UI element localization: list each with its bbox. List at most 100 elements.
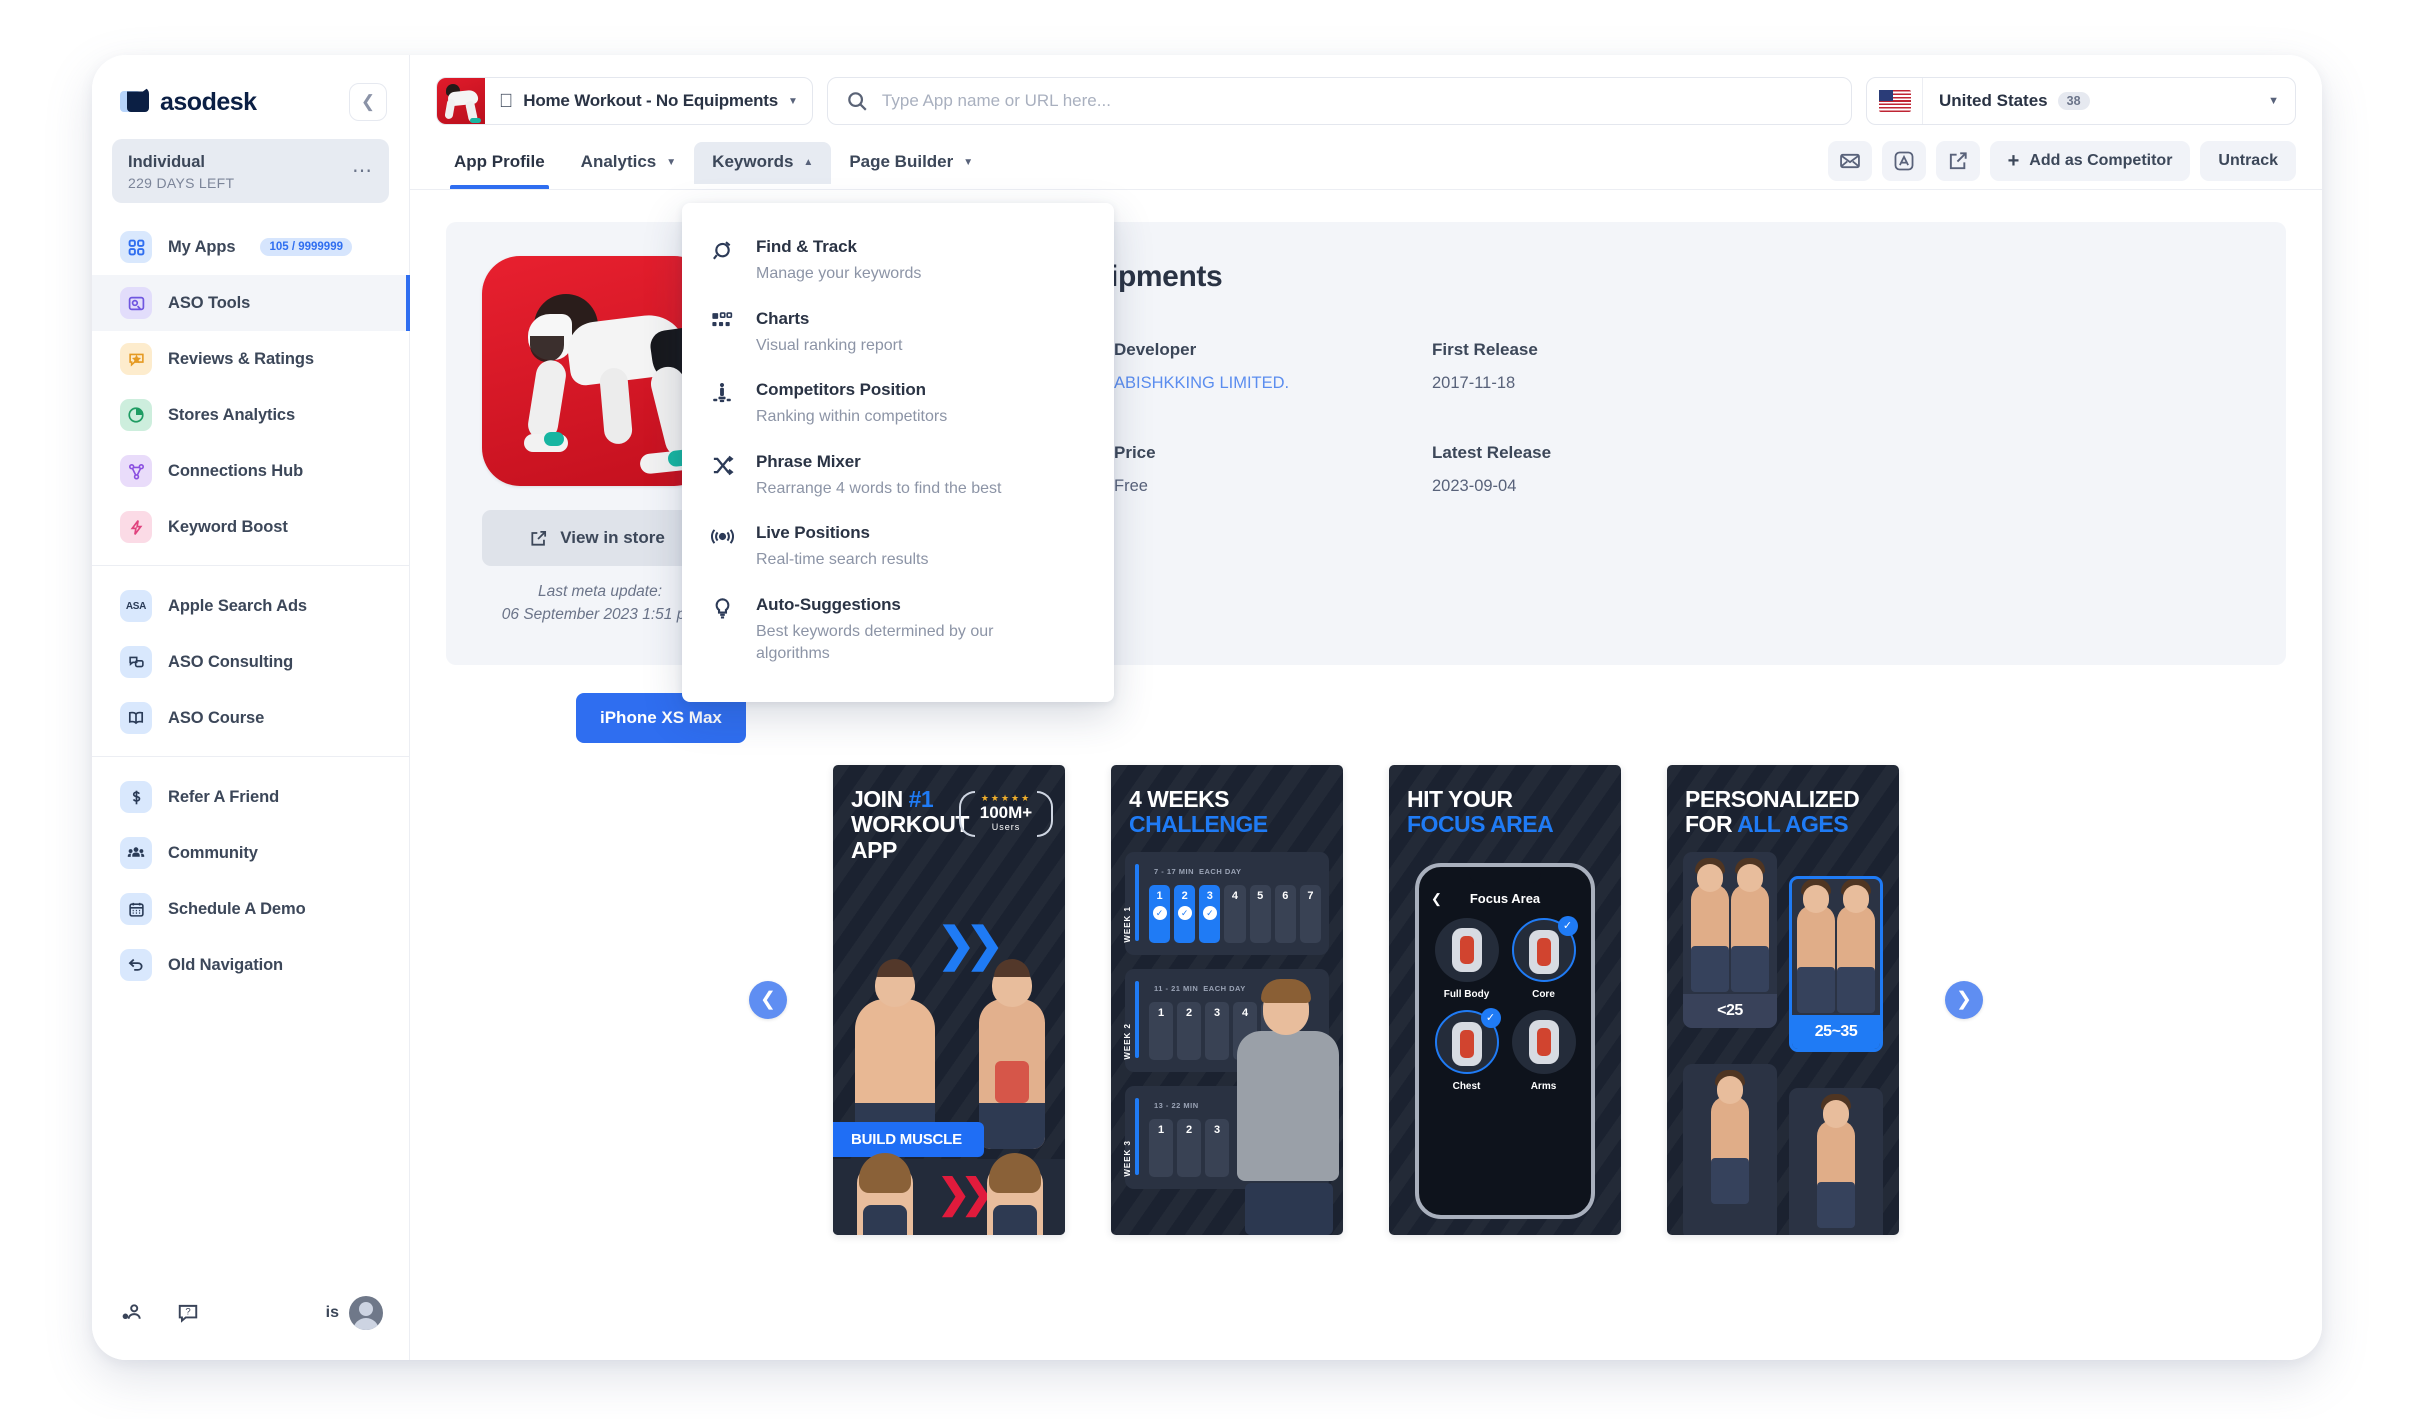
screenshot-3[interactable]: HIT YOUR FOCUS AREA ❮ Focus Area Full Bo… <box>1389 764 1621 1235</box>
sidebar-item-label: Community <box>168 843 258 862</box>
stat-spacer-1 <box>1762 340 2250 417</box>
week-3-label: WEEK 3 <box>1123 1140 1132 1177</box>
tab-label: Page Builder <box>849 152 954 171</box>
tab-actions: + Add as Competitor Untrack <box>1827 141 2296 189</box>
screenshot-1[interactable]: JOIN #1 WORKOUT APP ★★★★★ 100M+ Users ❯❯… <box>833 764 1065 1235</box>
price-label: Price <box>1114 443 1156 462</box>
menu-item-live-positions[interactable]: Live Positions Real-time search results <box>682 511 1114 583</box>
apple-icon:  <box>499 92 513 111</box>
screenshot-3-line1: HIT YOUR <box>1407 785 1513 812</box>
sidebar-item-aso-consulting[interactable]: ASO Consulting <box>92 634 409 690</box>
avatar[interactable] <box>349 1296 383 1330</box>
menu-item-subtitle: Best keywords determined by our algorith… <box>756 622 994 662</box>
tab-page-builder[interactable]: Page Builder ▼ <box>831 142 991 188</box>
tab-label: Keywords <box>712 152 794 171</box>
sidebar-item-keyword-boost[interactable]: Keyword Boost <box>92 499 409 555</box>
developer-value[interactable]: ABISHKKING LIMITED. <box>1114 374 1432 393</box>
sidebar-item-aso-tools[interactable]: ASO Tools <box>92 275 410 332</box>
envelope-icon[interactable] <box>1827 141 1872 181</box>
brand-name: asodesk <box>160 87 257 116</box>
dollar-icon <box>120 781 152 814</box>
user-menu[interactable]: is <box>326 1296 383 1330</box>
developer-label: Developer <box>1114 340 1197 359</box>
sidebar-item-label: Schedule A Demo <box>168 899 306 918</box>
menu-item-find-track[interactable]: Find & Track Manage your keywords <box>682 225 1114 297</box>
people-icon <box>120 837 152 870</box>
chevron-left-circle-icon[interactable]: ❮ <box>749 980 787 1019</box>
check-icon: ✓ <box>1557 915 1578 936</box>
focus-label: Chest <box>1452 1080 1481 1092</box>
week-2-label: WEEK 2 <box>1123 1023 1132 1060</box>
chevron-right-circle-icon[interactable]: ❯ <box>1945 980 1983 1019</box>
plan-days-left: 229 DAYS LEFT <box>128 175 235 192</box>
sidebar-item-connections-hub[interactable]: Connections Hub <box>92 443 409 499</box>
review-star-icon <box>120 343 152 376</box>
sidebar-item-community[interactable]: Community <box>92 825 409 881</box>
shuffle-icon <box>708 452 736 500</box>
sidebar-item-apple-search-ads[interactable]: ASA Apple Search Ads <box>92 578 409 634</box>
add-as-competitor-button[interactable]: + Add as Competitor <box>1989 141 2191 181</box>
app-window: asodesk ❮ Individual 229 DAYS LEFT ⋯ My … <box>92 55 2322 1360</box>
age-label: 25~35 <box>1792 1015 1880 1049</box>
tab-analytics[interactable]: Analytics ▼ <box>563 142 695 188</box>
plan-card[interactable]: Individual 229 DAYS LEFT ⋯ <box>112 139 389 204</box>
focus-cell-core: ✓ Core <box>1510 915 1578 1000</box>
user-name: is <box>325 1304 339 1321</box>
chat-bubbles-icon <box>120 646 152 679</box>
users-label: Users <box>991 822 1021 833</box>
screenshot-4-line1: PERSONALIZED <box>1685 785 1860 812</box>
screenshot-2[interactable]: 4 WEEKS CHALLENGE WEEK 1 7 - 17 MIN EACH … <box>1111 764 1343 1235</box>
sidebar-item-old-navigation[interactable]: Old Navigation <box>92 937 409 993</box>
age-grid: <25 25~35 <box>1667 838 1899 1235</box>
tab-keywords[interactable]: Keywords ▲ <box>694 142 832 184</box>
untrack-button[interactable]: Untrack <box>2200 141 2296 181</box>
ellipsis-icon[interactable]: ⋯ <box>352 161 373 181</box>
menu-item-subtitle: Ranking within competitors <box>756 408 948 426</box>
chevron-left-icon[interactable]: ❮ <box>349 83 387 121</box>
screenshot-4[interactable]: PERSONALIZED FOR ALL AGES <25 25~35 <box>1667 764 1899 1235</box>
search-icon <box>846 90 868 112</box>
nav-secondary: ASA Apple Search Ads ASO Consulting ASO … <box>92 566 409 756</box>
external-link-icon[interactable] <box>1935 141 1980 181</box>
menu-item-phrase-mixer[interactable]: Phrase Mixer Rearrange 4 words to find t… <box>682 440 1114 512</box>
menu-item-competitors-position[interactable]: Competitors Position Ranking within comp… <box>682 368 1114 440</box>
sidebar-item-reviews-ratings[interactable]: Reviews & Ratings <box>92 331 409 387</box>
sidebar-item-stores-analytics[interactable]: Stores Analytics <box>92 387 409 443</box>
sidebar-item-schedule-a-demo[interactable]: Schedule A Demo <box>92 881 409 937</box>
week-1-days: 1 ✓ 2 ✓ 3 ✓ 4 5 6 7 <box>1149 885 1321 943</box>
search-input[interactable] <box>881 91 1833 111</box>
model-figure <box>1229 978 1343 1235</box>
phone-mockup: ❮ Focus Area Full Body ✓ Core ✓ Chest Ar… <box>1415 862 1595 1219</box>
focus-label: Arms <box>1530 1080 1557 1092</box>
menu-item-title: Auto-Suggestions <box>756 594 901 614</box>
latest-release-label: Latest Release <box>1432 443 1552 462</box>
selected-app-name: Home Workout - No Equipments <box>509 91 778 110</box>
tab-bar: App Profile Analytics ▼ Keywords ▲ Page … <box>410 125 2322 190</box>
undo-arrow-icon <box>120 949 152 982</box>
menu-item-subtitle: Real-time search results <box>756 551 929 569</box>
chevron-left-icon: ❮ <box>1431 890 1442 906</box>
chevron-right-red-icon: ❯❯ <box>937 1171 994 1216</box>
menu-item-charts[interactable]: Charts Visual ranking report <box>682 297 1114 369</box>
menu-item-auto-suggestions[interactable]: Auto-Suggestions Best keywords determine… <box>682 583 1114 676</box>
tab-app-profile[interactable]: App Profile <box>436 142 563 189</box>
menu-item-title: Live Positions <box>756 523 870 543</box>
add-user-icon[interactable] <box>118 1299 146 1327</box>
app-store-icon[interactable] <box>1881 141 1926 181</box>
sidebar: asodesk ❮ Individual 229 DAYS LEFT ⋯ My … <box>92 55 410 1360</box>
sidebar-item-label: Stores Analytics <box>168 405 296 424</box>
phone-screen-title: Focus Area <box>1469 890 1541 906</box>
view-in-store-button[interactable]: View in store <box>482 510 712 566</box>
sidebar-item-aso-course[interactable]: ASO Course <box>92 690 409 746</box>
search-box[interactable] <box>826 77 1852 125</box>
stat-latest-release: Latest Release 2023-09-04 <box>1432 443 1762 496</box>
sidebar-item-refer-a-friend[interactable]: Refer A Friend <box>92 769 409 825</box>
price-value: Free <box>1114 477 1148 495</box>
help-bubble-icon[interactable]: ? <box>174 1299 202 1327</box>
app-selector[interactable]:  Home Workout - No Equipments ▼ <box>436 77 813 125</box>
country-selector[interactable]: United States 38 ▼ <box>1866 77 2296 125</box>
focus-cell-chest: ✓ Chest <box>1433 1007 1501 1092</box>
sidebar-item-my-apps[interactable]: My Apps 105 / 9999999 <box>92 219 409 275</box>
screenshot-2-line2: CHALLENGE <box>1129 811 1268 838</box>
menu-item-subtitle: Rearrange 4 words to find the best <box>756 479 1002 497</box>
